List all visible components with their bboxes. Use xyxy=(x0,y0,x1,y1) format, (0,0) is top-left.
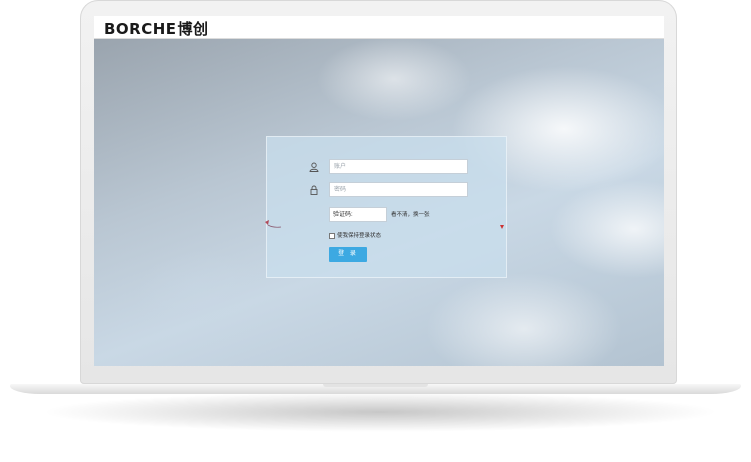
brand-logo[interactable]: BORCHE博创 xyxy=(104,18,209,39)
remember-me[interactable]: 使我保持登录状态 xyxy=(329,231,381,239)
brand-logo-cn: 博创 xyxy=(177,20,209,38)
login-panel: 账户 密码 验证码: 看不清，换一张 使我保持登录状态 登 录 xyxy=(266,136,507,278)
laptop-mockup: BORCHE博创 账户 密码 验证码: 看不清，换一张 使我保持登录状态 登 录 xyxy=(0,0,751,462)
red-marker xyxy=(500,225,504,229)
kite-decoration xyxy=(265,220,282,228)
laptop-notch xyxy=(323,384,428,387)
laptop-screen: BORCHE博创 账户 密码 验证码: 看不清，换一张 使我保持登录状态 登 录 xyxy=(94,16,664,366)
site-header: BORCHE博创 xyxy=(94,16,664,39)
remember-checkbox[interactable] xyxy=(329,232,335,239)
remember-label: 使我保持登录状态 xyxy=(337,233,382,239)
brand-logo-latin: BORCHE xyxy=(104,20,177,38)
user-icon xyxy=(309,162,319,172)
login-button[interactable]: 登 录 xyxy=(329,247,367,262)
username-input[interactable]: 账户 xyxy=(329,159,468,174)
captcha-refresh-link[interactable]: 看不清，换一张 xyxy=(391,210,430,218)
captcha-input[interactable]: 验证码: xyxy=(329,207,387,222)
sky-background: 账户 密码 验证码: 看不清，换一张 使我保持登录状态 登 录 xyxy=(94,39,664,366)
password-input[interactable]: 密码 xyxy=(329,182,468,197)
laptop-shadow xyxy=(40,392,720,432)
lock-icon xyxy=(310,185,318,195)
